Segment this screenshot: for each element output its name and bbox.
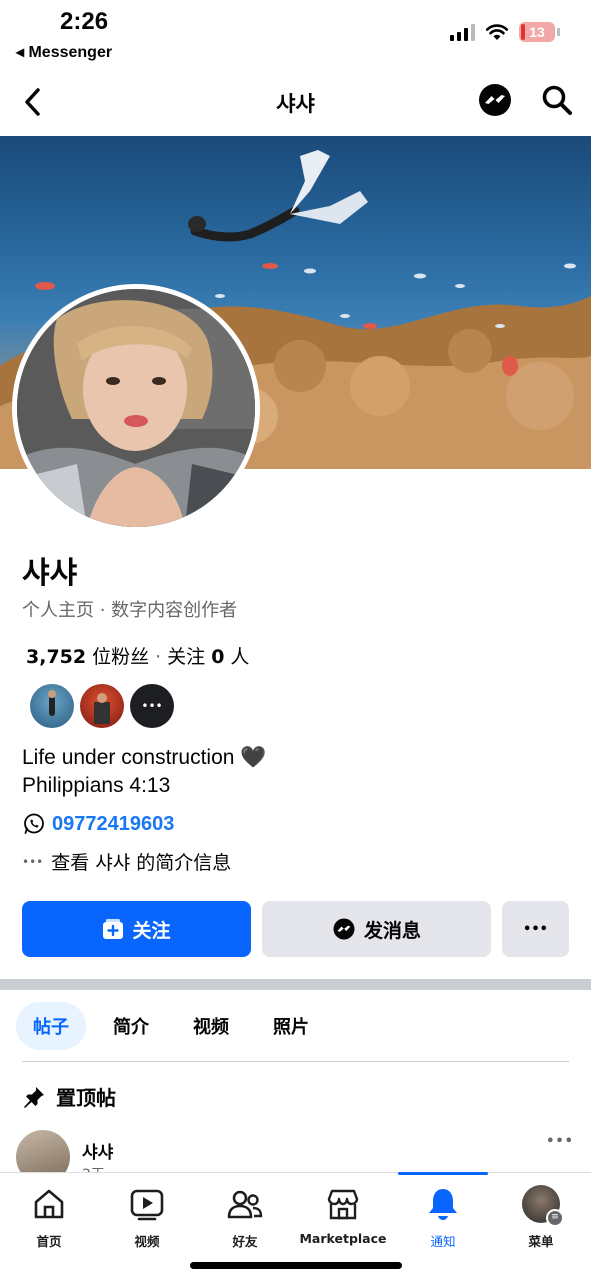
whatsapp-contact[interactable]: 09772419603 (22, 812, 174, 836)
featured-photos-row: ••• (30, 684, 174, 728)
home-icon (34, 1189, 64, 1219)
phone-number[interactable]: 09772419603 (52, 813, 174, 836)
bell-icon (429, 1189, 457, 1220)
messenger-small-icon (333, 918, 355, 940)
more-featured-button[interactable]: ••• (130, 684, 174, 728)
messenger-icon[interactable] (477, 82, 513, 118)
following-unit[interactable]: 人 (230, 642, 249, 669)
more-options-button[interactable]: ••• (502, 901, 569, 957)
following-count[interactable]: 0 (211, 646, 224, 668)
tabbar-marketplace[interactable]: Marketplace (298, 1185, 388, 1246)
active-tab-indicator (398, 1172, 488, 1175)
featured-photo-2[interactable] (80, 684, 124, 728)
status-time: 2:26 (60, 8, 109, 35)
followers-count[interactable]: 3,752 (26, 646, 86, 668)
following-label[interactable]: 关注 (167, 642, 205, 669)
profile-subtitle: 个人主页 · 数字内容创作者 (22, 600, 238, 621)
status-bar: 2:26 ◂ Messenger 13 (0, 0, 591, 68)
signal-icon (450, 23, 475, 41)
tab-posts[interactable]: 帖子 (16, 1002, 86, 1050)
nav-bar: 샤샤 (0, 68, 591, 136)
profile-stats: 3,752 位粉丝 · 关注 0 人 (26, 642, 249, 669)
post-header: 샤샤 2天 · ••• (16, 1130, 576, 1172)
battery-percent: 13 (529, 24, 545, 40)
tabbar-menu[interactable]: ≡ 菜单 (496, 1185, 586, 1250)
whatsapp-icon (24, 813, 44, 834)
tabbar-friends-label: 好友 (232, 1234, 258, 1249)
post-more-button[interactable]: ••• (546, 1134, 574, 1149)
tab-about[interactable]: 简介 (96, 1002, 166, 1050)
pinned-posts-header: 置顶帖 (22, 1082, 116, 1111)
bio-line-2: Philippians 4:13 (22, 774, 171, 797)
tabbar-friends[interactable]: 好友 (200, 1185, 290, 1250)
pin-icon (24, 1086, 44, 1108)
tabbar-home[interactable]: 首页 (4, 1185, 94, 1250)
tabbar-video-label: 视频 (134, 1234, 160, 1249)
post-author-name[interactable]: 샤샤 (82, 1138, 113, 1163)
battery-icon: 13 (519, 22, 560, 42)
view-intro-link[interactable]: ••• 查看 샤샤 的简介信息 (22, 848, 231, 875)
profile-photo (17, 289, 255, 527)
post-author-avatar[interactable] (16, 1130, 70, 1172)
featured-photo-1[interactable] (30, 684, 74, 728)
tab-photos[interactable]: 照片 (256, 1002, 326, 1050)
wifi-icon (485, 24, 509, 40)
tabbar-notifications-label: 通知 (430, 1234, 456, 1249)
action-buttons: 关注 发消息 ••• (22, 901, 569, 957)
profile-name: 샤샤 (22, 556, 78, 591)
battery-level (521, 24, 525, 40)
tabbar-video[interactable]: 视频 (102, 1185, 192, 1250)
section-divider (0, 979, 591, 990)
tab-videos[interactable]: 视频 (176, 1002, 246, 1050)
tabs-divider (22, 1061, 569, 1062)
pinned-label: 置顶帖 (56, 1086, 116, 1110)
profile-avatar[interactable] (12, 284, 260, 532)
ellipsis-icon: ••• (22, 854, 44, 869)
message-label: 发消息 (363, 919, 421, 942)
tabbar-home-label: 首页 (36, 1234, 62, 1249)
home-indicator (190, 1262, 402, 1269)
follow-plus-icon (103, 919, 124, 939)
bio-line-1: Life under construction 🖤 (22, 746, 267, 769)
tabbar-notifications[interactable]: 通知 (398, 1185, 488, 1250)
message-button[interactable]: 发消息 (262, 901, 491, 957)
stats-separator: · (155, 646, 162, 668)
tabbar-marketplace-label: Marketplace (299, 1231, 387, 1246)
post-meta: 2天 · (82, 1164, 114, 1172)
status-icons: 13 (450, 22, 560, 42)
follow-label: 关注 (132, 919, 171, 942)
video-icon (130, 1189, 164, 1221)
view-intro-label: 查看 샤샤 的简介信息 (51, 852, 232, 874)
follow-button[interactable]: 关注 (22, 901, 251, 957)
profile-tabs: 帖子 简介 视频 照片 (16, 1002, 326, 1050)
marketplace-icon (327, 1189, 359, 1220)
search-icon[interactable] (539, 82, 575, 118)
back-to-messenger-link[interactable]: ◂ Messenger (16, 42, 112, 62)
tabbar-menu-label: 菜单 (528, 1234, 554, 1249)
menu-lines-icon: ≡ (546, 1209, 564, 1227)
followers-label[interactable]: 位粉丝 (92, 642, 149, 669)
profile-bio: Life under construction 🖤 Philippians 4:… (22, 744, 266, 800)
friends-icon (227, 1190, 263, 1219)
